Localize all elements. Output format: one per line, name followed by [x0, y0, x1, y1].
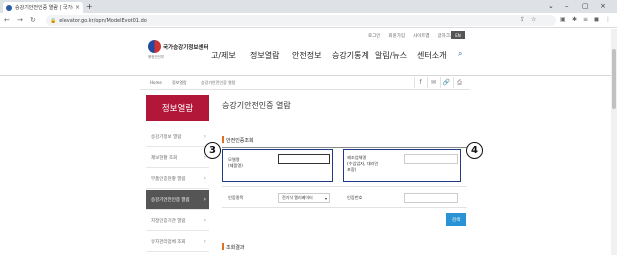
gnb-news[interactable]: 알림/뉴스 [375, 50, 407, 61]
sidebar-item-elevator-info[interactable]: 승강기정보 열람 › [146, 127, 209, 147]
maximize-button[interactable]: ▢ [582, 1, 589, 11]
cert-number-label: 인증번호 [347, 195, 363, 200]
cert-type-select[interactable]: 전기식 엘리베이터 ▾ [278, 193, 330, 203]
gnb-about[interactable]: 센터소개 [417, 50, 446, 61]
browser-tab[interactable]: 승강기안전인증 열람 | 국가승강 × [3, 2, 83, 13]
sidebar-item-label: 제보현황 조회 [151, 155, 178, 161]
breadcrumb-current: 승강기안전인증 열람 [201, 80, 236, 85]
sidebar-item-label: 부품인증현황 열람 [151, 176, 186, 182]
forward-icon[interactable]: → [17, 16, 23, 24]
print-icon[interactable]: ⎙ [453, 77, 465, 88]
language-button[interactable]: EN [451, 31, 465, 39]
extension-icon[interactable]: ▣ [560, 16, 566, 24]
cert-type-label: 인증종목 [228, 195, 244, 200]
back-icon[interactable]: ← [4, 16, 10, 24]
form-top-border [222, 147, 467, 148]
bookmark-star-icon[interactable]: ☆ [531, 16, 536, 24]
sidebar-item-cert-agency[interactable]: 지정인증기관 열람 › [146, 211, 209, 231]
government-emblem-icon[interactable] [148, 40, 161, 53]
breadcrumb-info[interactable]: 정보열람 [172, 80, 187, 86]
annotation-number-3: 3 [204, 142, 221, 159]
sidebar-item-report-status[interactable]: 제보현황 조회 › [146, 148, 209, 168]
chevron-down-icon: ▾ [324, 196, 327, 201]
gnb-statistics[interactable]: 승강기통계 [332, 50, 369, 61]
annotation-box-model [222, 149, 333, 182]
annotation-number-4: 4 [466, 142, 483, 159]
lock-icon: 🔒 [50, 17, 57, 24]
section-title-result: 조회결과 [226, 245, 245, 251]
annotation-box-manufacturer [343, 149, 461, 182]
section-marker [222, 136, 224, 143]
site-logo-text[interactable]: 국가승강기정보센터 [163, 43, 209, 51]
chevron-right-icon: › [203, 217, 206, 224]
close-window-button[interactable]: × [600, 1, 606, 11]
breadcrumb-home[interactable]: Home [150, 80, 162, 85]
browser-menu-icon[interactable]: ⋮ [605, 16, 611, 24]
tab-search-icon[interactable]: ⌄ [548, 1, 554, 11]
reload-icon[interactable]: ↻ [30, 16, 36, 24]
section-marker [222, 243, 224, 250]
gnb-safety[interactable]: 안전정보 [292, 50, 321, 61]
sitemap-link[interactable]: 사이트맵 [413, 33, 430, 39]
browser-toolbar: ← → ↻ 🔒 elevator.go.kr/opn/ModelEvot01.d… [0, 13, 617, 28]
form-bottom-divider [222, 207, 467, 208]
sidebar-item-maintenance[interactable]: 유지관리업체 조회 › [146, 232, 209, 252]
sidebar-item-label: 승강기정보 열람 [151, 134, 182, 140]
search-icon[interactable]: ⌕ [458, 49, 462, 59]
sidebar-item-parts-cert[interactable]: 부품인증현황 열람 › [146, 169, 209, 189]
sidebar-item-label: 지정인증기관 열람 [151, 218, 186, 224]
chevron-right-icon: › [203, 196, 206, 203]
url-text: elevator.go.kr/opn/ModelEvot01.do [59, 17, 147, 24]
gnb-info[interactable]: 정보열람 [250, 50, 279, 61]
tab-title: 승강기안전인증 열람 | 국가승강 [15, 5, 73, 11]
share-page-icon[interactable]: ⇪ [520, 16, 525, 24]
tab-close-icon[interactable]: × [75, 4, 80, 11]
new-tab-button[interactable]: + [86, 2, 93, 12]
cert-type-value: 전기식 엘리베이터 [282, 195, 313, 200]
page-scrollbar[interactable] [611, 29, 617, 255]
chevron-right-icon: › [203, 238, 206, 245]
address-bar[interactable]: 🔒 elevator.go.kr/opn/ModelEvot01.do [46, 15, 556, 26]
site-logo-subtitle: 행정안전부 [148, 55, 165, 59]
sidebar-item-label: 승강기안전인증 열람 [151, 197, 190, 203]
puzzle-icon[interactable]: ✱ [572, 16, 577, 24]
signup-link[interactable]: 회원가입 [388, 33, 405, 39]
scrollbar-thumb[interactable] [612, 49, 616, 109]
breadcrumb-divider [140, 89, 470, 90]
sidebar-item-label: 유지관리업체 조회 [151, 239, 186, 245]
facebook-icon[interactable]: f [414, 77, 426, 88]
gnb-report[interactable]: 고/제보 [211, 50, 236, 61]
page-title: 승강기안전인증 열람 [222, 101, 291, 110]
header-divider [0, 75, 617, 76]
browser-tab-bar: 승강기안전인증 열람 | 국가승강 × + ⌄ – ▢ × [0, 0, 617, 13]
minimize-button[interactable]: – [565, 1, 569, 11]
sidebar-item-safety-cert[interactable]: 승강기안전인증 열람 › [146, 190, 209, 210]
sidebar-title: 정보열람 [146, 95, 209, 121]
link-icon[interactable]: 🔗 [440, 77, 452, 88]
form-row-divider [222, 186, 467, 187]
chevron-right-icon: › [203, 175, 206, 182]
reading-list-icon[interactable]: ≡ [583, 16, 588, 24]
login-link[interactable]: 로그인 [368, 33, 380, 39]
profile-icon[interactable]: ◼ [594, 16, 599, 24]
mail-icon[interactable]: ✉ [427, 77, 439, 88]
chevron-right-icon: › [203, 133, 206, 140]
search-button[interactable]: 검색 [446, 213, 466, 226]
section-title-search: 안전인증조회 [226, 138, 254, 144]
cert-number-input[interactable] [404, 193, 458, 203]
site-favicon-icon [6, 4, 12, 11]
utility-links: 로그인 회원가입 사이트맵 글자크기 [368, 33, 462, 39]
